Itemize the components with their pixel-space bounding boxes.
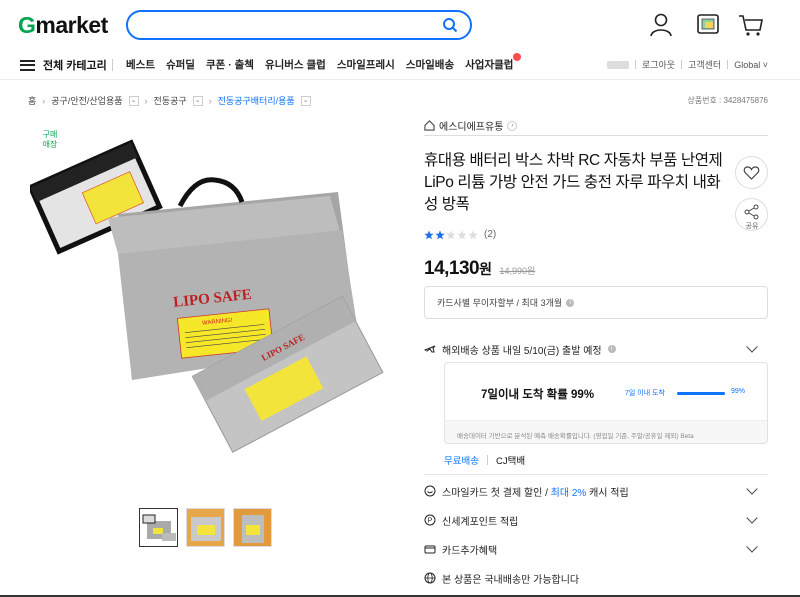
seller-shop-link[interactable]: 에스디에프유통 ›: [424, 116, 768, 136]
chevron-down-icon[interactable]: [746, 512, 758, 524]
thumbnail-list: [139, 508, 272, 547]
divider: [424, 474, 768, 475]
smile-card-benefit-row[interactable]: 스마일카드 첫 결제 할인 / 최대 2% 캐시 적립: [424, 481, 768, 501]
product-main-image[interactable]: LIPO SAFE WARNING! LIPO SAFE: [30, 122, 400, 492]
product-title: 휴대용 배터리 박스 차박 RC 자동차 부품 난연제 LiPo 리튬 가방 안…: [424, 152, 723, 213]
shipping-method: 무료배송 CJ택배: [444, 453, 525, 467]
nav-link-coupon[interactable]: 쿠폰 · 출첵: [206, 57, 254, 72]
new-badge: [513, 53, 522, 61]
star-empty-icon: [446, 230, 456, 239]
nav-divider: [112, 59, 113, 71]
star-empty-icon: [468, 230, 478, 239]
menu-icon: [20, 59, 35, 71]
bar-label: 7일 이내 도착: [625, 390, 665, 397]
nav-link-superdeal[interactable]: 슈퍼딜: [166, 57, 195, 72]
free-shipping: 무료배송: [444, 456, 479, 467]
util-links: 로그아웃 고객센터 Global ˅: [606, 58, 768, 71]
delivery-probability-box: 7일이내 도착 확률 99% 7일 이내 도착 99% 배송데이터 기반으로 분…: [444, 362, 768, 444]
domestic-only-row: 본 상품은 국내배송만 가능합니다: [424, 568, 768, 588]
gmarket-logo[interactable]: Gmarket: [18, 12, 108, 39]
courier: CJ택배: [495, 456, 526, 467]
thumbnail-3[interactable]: [233, 508, 272, 547]
chevron-down-icon[interactable]: ⌄: [300, 95, 311, 106]
global-nav: 전체 카테고리 베스트 슈퍼딜 쿠폰 · 출첵 유니버스 클럽 스마일프레시 스…: [0, 50, 800, 80]
info-icon[interactable]: i: [566, 298, 575, 307]
all-categories-button[interactable]: 전체 카테고리: [20, 57, 107, 73]
chevron-right-icon: ›: [42, 95, 46, 106]
heart-icon: [743, 166, 760, 180]
star-empty-icon: [457, 230, 467, 239]
chevron-down-icon[interactable]: [746, 341, 758, 353]
globe-icon: [424, 572, 436, 584]
customer-center-link[interactable]: 고객센터: [688, 58, 721, 71]
chevron-down-icon[interactable]: ⌄: [192, 95, 203, 106]
user-icon[interactable]: [648, 12, 674, 38]
shop-icon: [424, 120, 435, 131]
sale-price: 14,130원: [424, 258, 492, 279]
search-icon[interactable]: [442, 17, 458, 33]
nav-link-smile-fresh[interactable]: 스마일프레시: [337, 57, 395, 72]
smile-icon: [424, 485, 436, 497]
global-link[interactable]: Global ˅: [734, 60, 768, 70]
rating[interactable]: (2): [424, 229, 496, 240]
card-extra-benefit-row[interactable]: 카드추가혜택: [424, 539, 768, 559]
shinsegae-point-row[interactable]: P 신세계포인트 적립: [424, 510, 768, 530]
blurred-user-text: [606, 60, 629, 69]
thumbnail-1[interactable]: [139, 508, 178, 547]
star-filled-icon: [435, 230, 445, 239]
chevron-right-icon: ›: [208, 95, 212, 106]
review-count: (2): [484, 229, 497, 240]
product-number: 상품번호 : 3428475876: [687, 96, 768, 105]
point-icon: P: [424, 514, 436, 526]
chevron-right-icon: ›: [144, 95, 148, 106]
thumbnail-2[interactable]: [186, 508, 225, 547]
nav-links: 베스트 슈퍼딜 쿠폰 · 출첵 유니버스 클럽 스마일프레시 스마일배송 사업자…: [126, 53, 522, 72]
breadcrumb-item[interactable]: 전동공구: [154, 94, 187, 107]
delivery-note: 배송데이터 기반으로 분석된 예측 배송확률입니다. (영업일 기준, 주말/공…: [457, 433, 694, 440]
chevron-down-icon[interactable]: [746, 541, 758, 553]
share-icon: [744, 204, 759, 220]
card-icon: [424, 545, 436, 554]
price: 14,130원 14,990원: [424, 258, 535, 280]
probability-bar: [677, 392, 725, 395]
nav-link-smile-delivery[interactable]: 스마일배송: [406, 57, 454, 72]
breadcrumb-home[interactable]: 홈: [28, 94, 36, 107]
share-label: 공유: [745, 223, 759, 230]
nav-link-business-club[interactable]: 사업자클럽: [465, 53, 522, 72]
bar-percent: 99%: [731, 388, 746, 395]
card-installment-box[interactable]: 카드사별 무이자할부 / 최대 3개월 i: [424, 286, 768, 319]
star-rating: [424, 230, 478, 240]
svg-text:P: P: [428, 518, 433, 525]
coupon-icon[interactable]: [696, 12, 722, 38]
overseas-shipping-row[interactable]: 해외배송 상품 내일 5/10(금) 출발 예정 i: [424, 339, 768, 359]
chevron-right-icon: ›: [507, 120, 518, 131]
plane-icon: [424, 345, 436, 353]
info-icon[interactable]: i: [607, 345, 616, 353]
chevron-down-icon[interactable]: ⌄: [128, 95, 139, 106]
star-filled-icon: [424, 230, 434, 239]
probability-bar-fill: [677, 392, 725, 395]
search-input[interactable]: [126, 10, 472, 40]
header: Gmarket: [0, 0, 800, 50]
cart-icon[interactable]: [738, 12, 764, 38]
buy-badge: 구매 애장: [42, 130, 58, 149]
breadcrumb: 홈 › 공구/안전/산업용품 ⌄ › 전동공구 ⌄ › 전동공구배터리/용품 ⌄: [28, 94, 311, 107]
nav-link-best[interactable]: 베스트: [126, 57, 155, 72]
logout-link[interactable]: 로그아웃: [642, 58, 675, 71]
nav-link-universe-club[interactable]: 유니버스 클럽: [265, 57, 326, 72]
original-price: 14,990원: [499, 266, 536, 276]
delivery-probability: 7일이내 도착 확률 99%: [481, 389, 595, 401]
wishlist-button[interactable]: [735, 156, 768, 189]
chevron-down-icon[interactable]: [746, 483, 758, 495]
breadcrumb-current[interactable]: 전동공구배터리/용품: [218, 94, 295, 107]
breadcrumb-item[interactable]: 공구/안전/산업용품: [51, 94, 122, 107]
